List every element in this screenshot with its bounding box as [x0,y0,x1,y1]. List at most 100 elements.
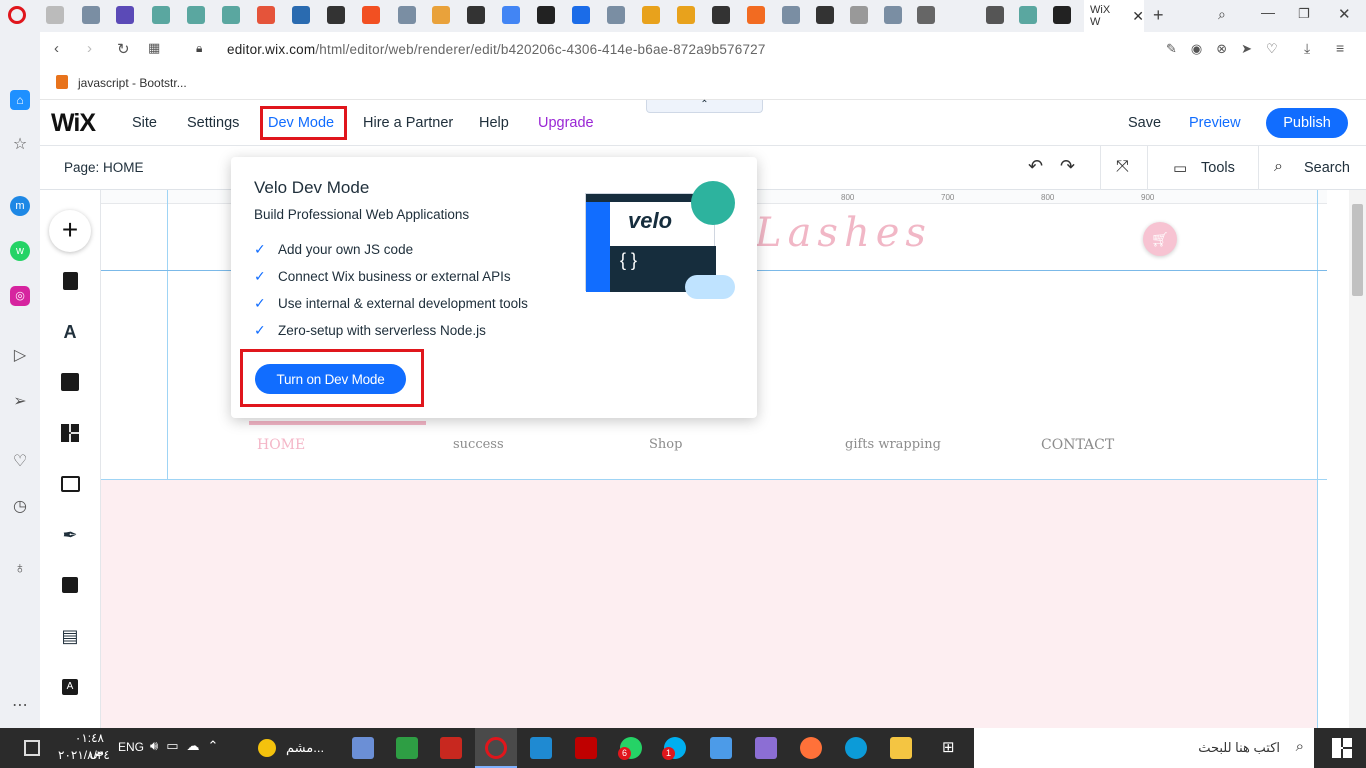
taskbar-search-box[interactable]: اكتب هنا للبحث ⌕ [974,728,1314,768]
download-icon[interactable]: ⤓ [1304,40,1310,57]
weather-text[interactable]: مشم... [286,740,324,756]
zoom-out-icon[interactable]: ⤧ [1116,158,1129,176]
menu-upgrade[interactable]: Upgrade [538,115,594,131]
back-icon[interactable]: ‹ [54,40,59,57]
restore-icon[interactable]: ❐ [1298,6,1310,22]
tab-icon[interactable] [850,6,868,24]
tab-icon[interactable] [398,6,416,24]
bulb-icon[interactable]: ♁ [10,559,30,579]
paint-icon[interactable] [352,737,374,759]
collapse-toggle-icon[interactable]: ⌃ [646,100,763,113]
vertical-scrollbar[interactable] [1349,190,1366,728]
tab-icon[interactable] [712,6,730,24]
scroll-thumb[interactable] [1352,204,1363,296]
clock-date[interactable]: ٢٠٢١/٨/٢٤ [58,748,110,762]
whatsapp-icon[interactable]: w [10,241,30,261]
menu-help[interactable]: Help [479,115,509,131]
player-icon[interactable]: ▷ [10,346,30,366]
tab-icon[interactable] [257,6,275,24]
system-tray-icons[interactable]: 🔊︎▭☁︎⌃ [150,738,226,754]
search-button[interactable]: Search [1304,160,1350,176]
notifications-icon[interactable] [24,740,40,756]
undo-icon[interactable]: ↶ [1028,156,1043,177]
vscode-icon[interactable] [530,737,552,759]
tab-icon[interactable] [986,6,1004,24]
menu-icon[interactable]: ≡ [1336,40,1344,56]
tab-icon[interactable] [677,6,695,24]
instagram-icon[interactable]: ◎ [10,286,30,306]
add-elements-button[interactable]: + [49,210,91,252]
new-tab-icon[interactable]: + [1153,5,1164,26]
turn-on-dev-mode-button[interactable]: Turn on Dev Mode [255,364,406,394]
tools-icon[interactable]: ▭ [1173,159,1187,177]
heart-icon[interactable]: ♡ [10,452,30,472]
tab-icon[interactable] [222,6,240,24]
tab-icon[interactable] [502,6,520,24]
pages-icon[interactable] [58,269,82,293]
p-app-icon[interactable] [440,737,462,759]
messenger-icon[interactable]: m [10,196,30,216]
tab-icon[interactable] [572,6,590,24]
weather-icon[interactable] [258,739,276,757]
minimize-icon[interactable]: — [1261,4,1275,20]
opera-icon[interactable] [485,737,507,759]
menu-hire-partner[interactable]: Hire a Partner [363,115,453,131]
tab-icon[interactable] [432,6,450,24]
media-icon[interactable] [58,472,82,496]
nav-gifts-wrapping[interactable]: gifts wrapping [845,437,941,452]
tab-icon[interactable] [82,6,100,24]
app-market-icon[interactable]: A [58,675,82,699]
table-icon[interactable]: ▤ [58,624,82,648]
tab-icon[interactable] [816,6,834,24]
background-icon[interactable] [58,370,82,394]
app-icon[interactable] [396,737,418,759]
tab-icon[interactable] [782,6,800,24]
tab-icon[interactable] [327,6,345,24]
design-icon[interactable]: A [58,320,82,344]
tab-icon[interactable] [292,6,310,24]
tools-button[interactable]: Tools [1201,160,1235,176]
menu-site[interactable]: Site [132,115,157,131]
tab-icon[interactable] [1053,6,1071,24]
tab-icon[interactable] [642,6,660,24]
url-field[interactable]: editor.wix.com/html/editor/web/renderer/… [227,42,766,57]
reload-icon[interactable]: ↻ [117,40,130,58]
save-button[interactable]: Save [1128,115,1161,131]
tab-icon[interactable] [537,6,555,24]
pen-icon[interactable]: ✒ [58,523,82,547]
nav-home[interactable]: HOME [257,437,305,453]
redo-icon[interactable]: ↷ [1060,156,1075,177]
explorer-icon[interactable] [890,737,912,759]
menu-settings[interactable]: Settings [187,115,239,131]
opera-logo-icon[interactable] [8,6,26,24]
search-tabs-icon[interactable]: ⌕ [1218,6,1226,23]
firefox-icon[interactable] [800,737,822,759]
tab-icon[interactable] [467,6,485,24]
home-icon[interactable]: ⌂ [10,90,30,110]
tab-icon[interactable] [607,6,625,24]
more-icon[interactable]: ⋯ [10,696,30,716]
nav-contact[interactable]: CONTACT [1041,437,1114,453]
tab-icon[interactable] [152,6,170,24]
tab-icon[interactable] [884,6,902,24]
page-selector[interactable]: Page: HOME [64,160,144,175]
send-icon[interactable]: ➢ [10,392,30,412]
filezilla-icon[interactable] [575,737,597,759]
bookmark-item[interactable]: javascript - Bootstr... [78,76,187,90]
tab-icon[interactable] [46,6,64,24]
tab-icon[interactable] [116,6,134,24]
preview-button[interactable]: Preview [1189,115,1241,131]
wix-logo[interactable]: WiX [51,109,96,138]
tab-icon[interactable] [362,6,380,24]
nav-success[interactable]: success [453,437,504,452]
star-icon[interactable]: ☆ [10,135,30,155]
search-icon[interactable]: ⌕ [1274,158,1283,176]
close-window-icon[interactable]: ✕ [1338,5,1351,23]
tabs-grid-icon[interactable]: ▦ [148,40,160,56]
cart-icon[interactable]: 🛒︎ [1143,222,1177,256]
close-tab-icon[interactable]: ✕ [1132,8,1144,25]
tab-icon[interactable] [917,6,935,24]
windows-start-icon[interactable] [1332,738,1352,758]
nav-shop[interactable]: Shop [649,437,682,452]
site-logo[interactable]: Lashes [755,210,932,256]
